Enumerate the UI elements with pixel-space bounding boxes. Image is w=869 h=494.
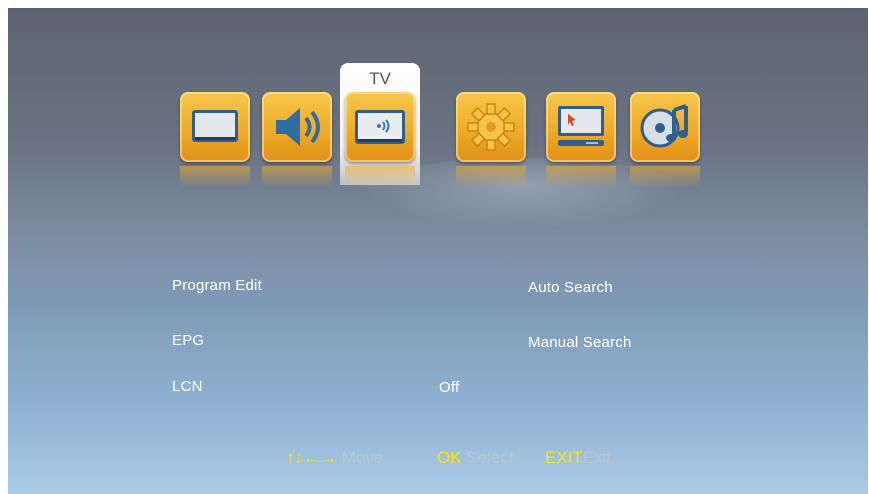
icon-reflection bbox=[345, 166, 415, 188]
menu-item-lcn[interactable]: LCN bbox=[172, 378, 203, 395]
sound-icon[interactable] bbox=[262, 92, 332, 162]
ok-key-label: OK bbox=[437, 448, 462, 467]
footer-exit-hint: EXITExit bbox=[545, 448, 611, 468]
select-label: Select bbox=[466, 448, 514, 467]
menu-item-epg[interactable]: EPG bbox=[172, 332, 204, 349]
icon-reflection bbox=[180, 166, 250, 188]
menu-item-manual-search[interactable]: Manual Search bbox=[528, 334, 632, 351]
picture-icon[interactable] bbox=[180, 92, 250, 162]
move-label: Move bbox=[341, 448, 384, 467]
tv-menu-screen: TV Program Edit Auto Search EPG Manual S… bbox=[8, 8, 868, 494]
pc-screen-icon[interactable] bbox=[546, 92, 616, 162]
footer-move-hint: ↑↓←→ Move bbox=[286, 448, 383, 468]
icon-reflection bbox=[546, 166, 616, 188]
menu-item-program-edit[interactable]: Program Edit bbox=[172, 277, 262, 294]
lcn-value[interactable]: Off bbox=[439, 379, 459, 396]
tv-icon[interactable] bbox=[345, 92, 415, 162]
icon-reflection bbox=[262, 166, 332, 188]
footer-ok-hint: OK Select bbox=[437, 448, 514, 468]
menu-item-auto-search[interactable]: Auto Search bbox=[528, 279, 613, 296]
icon-reflection bbox=[630, 166, 700, 188]
media-music-icon[interactable] bbox=[630, 92, 700, 162]
exit-label: Exit bbox=[582, 448, 612, 467]
arrow-keys-icon: ↑↓←→ bbox=[286, 448, 337, 467]
setup-gear-icon[interactable] bbox=[456, 92, 526, 162]
selected-category-title: TV bbox=[369, 69, 391, 88]
icon-reflection bbox=[456, 166, 526, 188]
exit-key-label: EXIT bbox=[545, 448, 583, 467]
